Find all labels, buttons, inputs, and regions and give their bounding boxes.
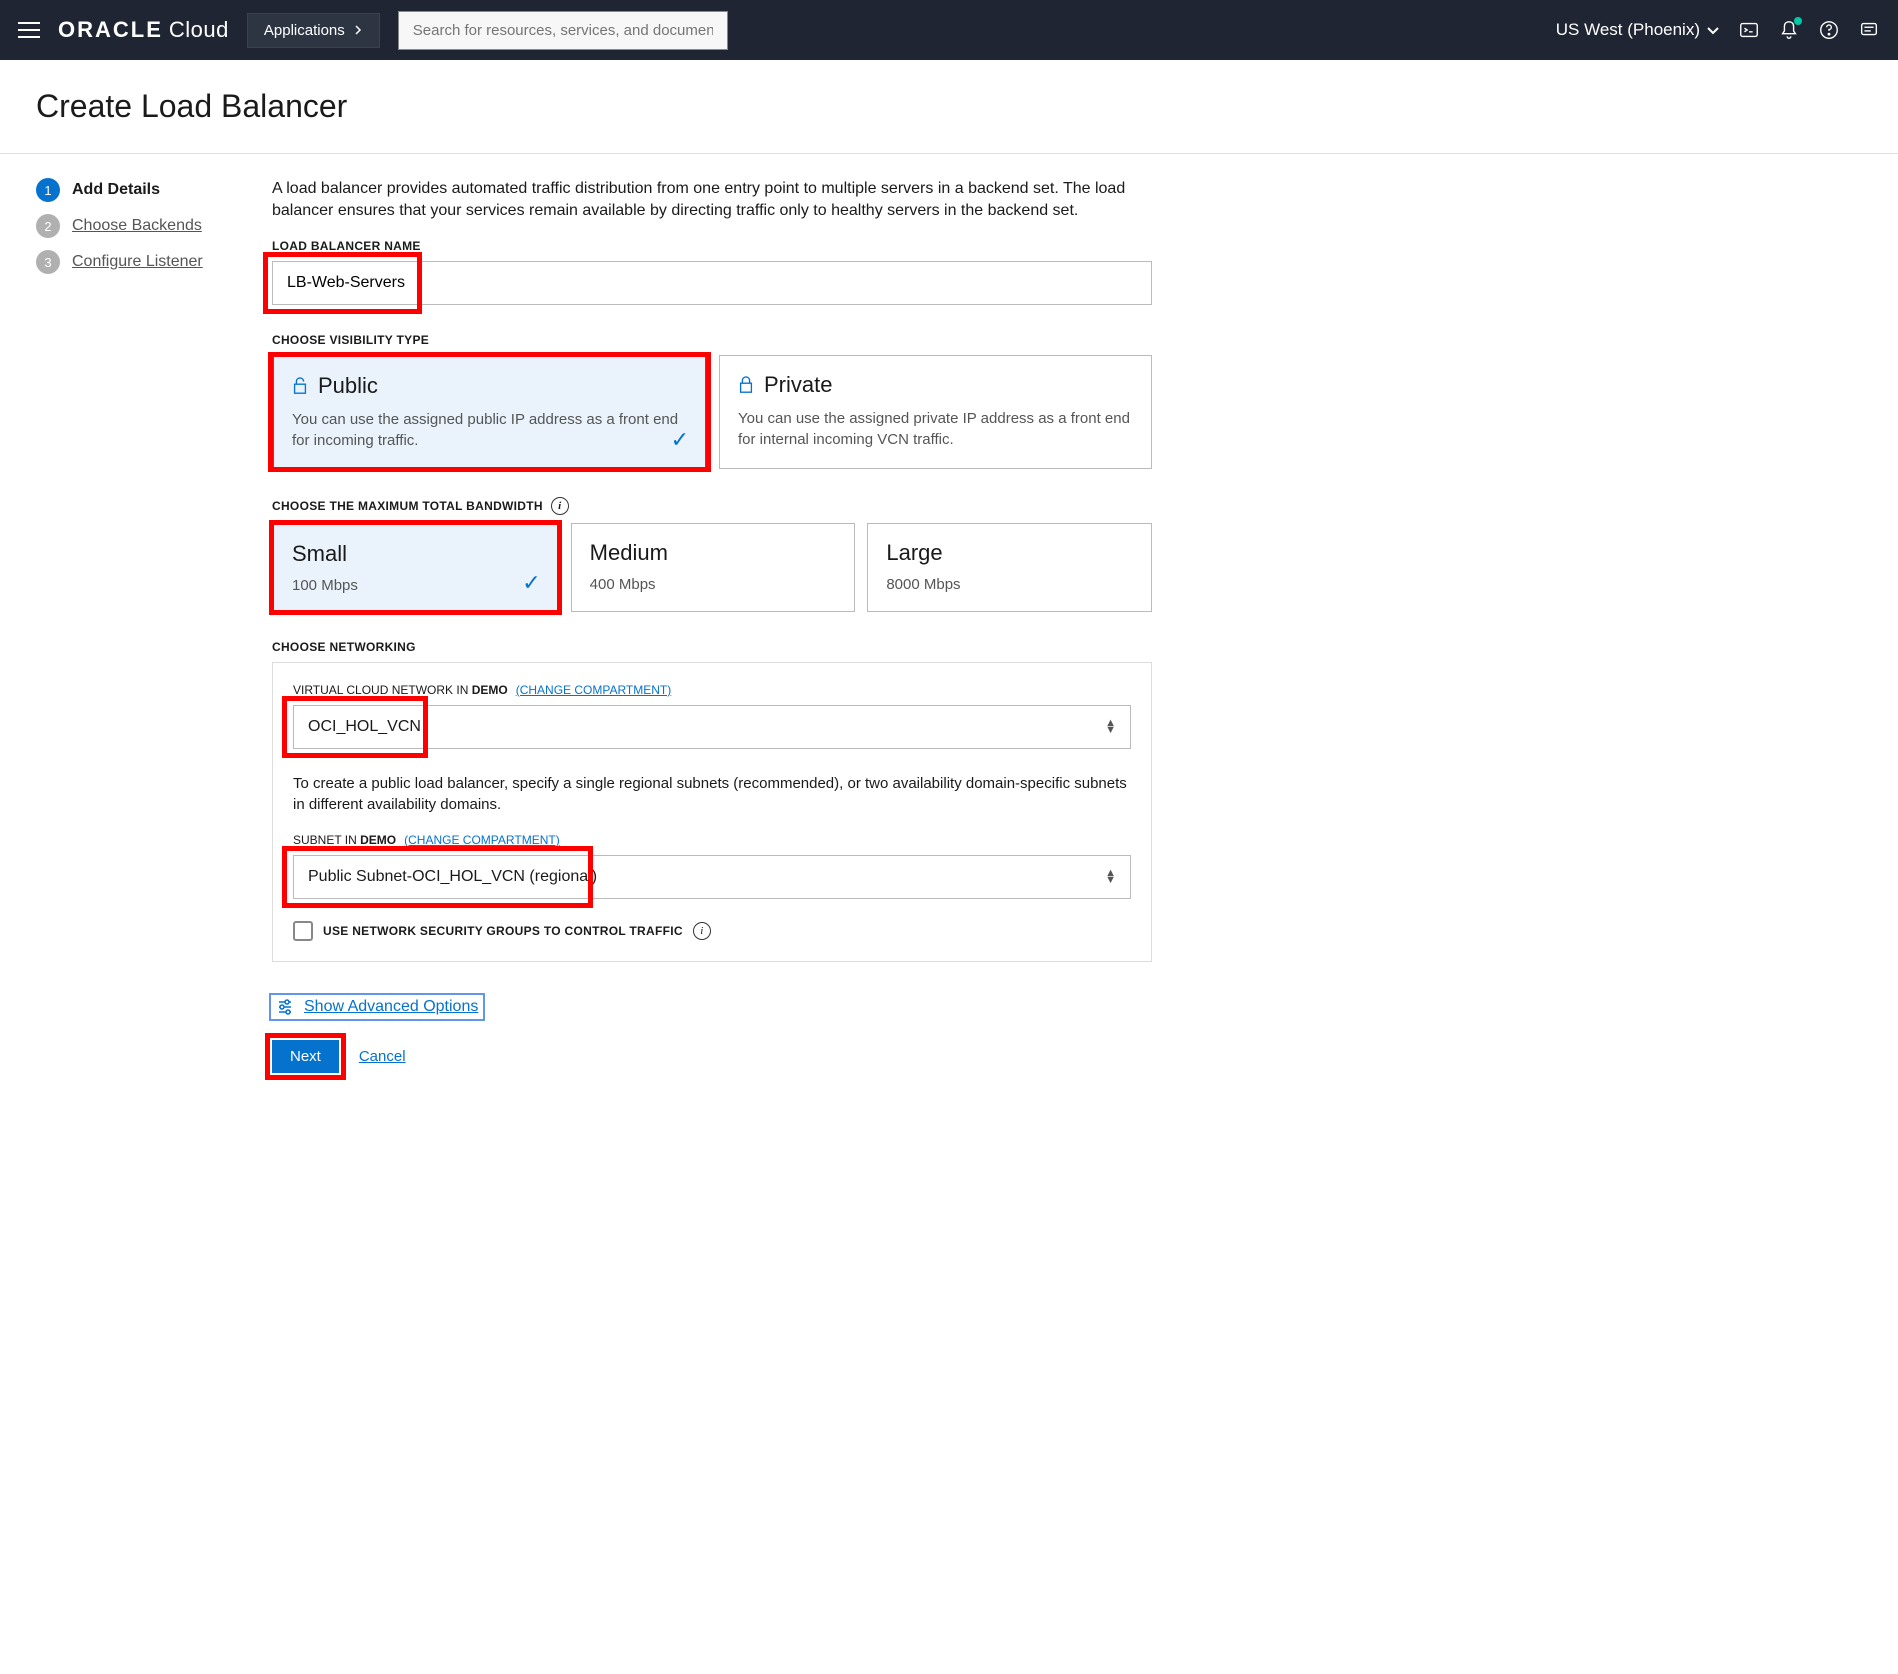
region-selector[interactable]: US West (Phoenix) xyxy=(1556,20,1720,40)
load-balancer-name-section: LOAD BALANCER NAME xyxy=(272,239,1152,305)
search-input[interactable] xyxy=(398,11,728,50)
unlock-icon xyxy=(292,377,308,395)
step-label[interactable]: Configure Listener xyxy=(72,253,203,271)
intro-text: A load balancer provides automated traff… xyxy=(272,178,1152,223)
step-label[interactable]: Choose Backends xyxy=(72,217,202,235)
bw-medium-title: Medium xyxy=(590,540,837,566)
hamburger-menu[interactable] xyxy=(18,22,40,38)
notification-dot xyxy=(1794,17,1802,25)
networking-panel: VIRTUAL CLOUD NETWORK IN DEMO (CHANGE CO… xyxy=(272,662,1152,962)
bw-small-sub: 100 Mbps xyxy=(292,577,539,594)
change-compartment-vcn[interactable]: (CHANGE COMPARTMENT) xyxy=(516,683,672,697)
form-footer: Next Cancel xyxy=(272,1040,1152,1073)
bw-small-title: Small xyxy=(292,541,539,567)
step-number: 3 xyxy=(36,250,60,274)
nsg-row: USE NETWORK SECURITY GROUPS TO CONTROL T… xyxy=(293,921,1131,941)
cancel-link[interactable]: Cancel xyxy=(359,1048,406,1065)
main-content: 1 Add Details 2 Choose Backends 3 Config… xyxy=(0,154,1898,1097)
sliders-icon xyxy=(276,998,294,1016)
select-arrows-icon: ▲▼ xyxy=(1105,870,1116,884)
chevron-right-icon xyxy=(353,25,363,35)
subnet-select[interactable]: Public Subnet-OCI_HOL_VCN (regional) ▲▼ xyxy=(293,855,1131,899)
networking-section: CHOOSE NETWORKING VIRTUAL CLOUD NETWORK … xyxy=(272,640,1152,962)
chat-icon[interactable] xyxy=(1858,19,1880,41)
select-arrows-icon: ▲▼ xyxy=(1105,720,1116,734)
subnet-description: To create a public load balancer, specif… xyxy=(293,773,1131,815)
visibility-section: CHOOSE VISIBILITY TYPE Public You can us… xyxy=(272,333,1152,469)
info-icon[interactable]: i xyxy=(551,497,569,515)
show-advanced-options-link[interactable]: Show Advanced Options xyxy=(304,998,478,1016)
visibility-private-card[interactable]: Private You can use the assigned private… xyxy=(719,355,1152,469)
change-compartment-subnet[interactable]: (CHANGE COMPARTMENT) xyxy=(404,833,560,847)
logo-oracle: ORACLE xyxy=(58,17,163,43)
check-icon: ✓ xyxy=(671,427,689,453)
bandwidth-small-card[interactable]: Small 100 Mbps ✓ xyxy=(272,523,559,612)
next-button[interactable]: Next xyxy=(272,1040,339,1073)
networking-label: CHOOSE NETWORKING xyxy=(272,640,1152,654)
visibility-public-desc: You can use the assigned public IP addre… xyxy=(292,409,687,451)
step-label: Add Details xyxy=(72,181,160,199)
form-area: A load balancer provides automated traff… xyxy=(272,178,1152,1073)
vcn-value: OCI_HOL_VCN xyxy=(308,718,421,736)
bandwidth-label: CHOOSE THE MAXIMUM TOTAL BANDWIDTH i xyxy=(272,497,1152,515)
wizard-steps: 1 Add Details 2 Choose Backends 3 Config… xyxy=(36,178,236,1073)
bandwidth-section: CHOOSE THE MAXIMUM TOTAL BANDWIDTH i Sma… xyxy=(272,497,1152,612)
nsg-checkbox[interactable] xyxy=(293,921,313,941)
notifications-icon[interactable] xyxy=(1778,19,1800,41)
header-icons xyxy=(1738,19,1880,41)
top-header: ORACLE Cloud Applications US West (Phoen… xyxy=(0,0,1898,60)
visibility-label: CHOOSE VISIBILITY TYPE xyxy=(272,333,1152,347)
lb-name-input[interactable] xyxy=(272,261,1152,305)
lb-name-label: LOAD BALANCER NAME xyxy=(272,239,1152,253)
nsg-label: USE NETWORK SECURITY GROUPS TO CONTROL T… xyxy=(323,924,683,938)
step-number: 1 xyxy=(36,178,60,202)
vcn-select[interactable]: OCI_HOL_VCN ▲▼ xyxy=(293,705,1131,749)
subnet-label: SUBNET IN DEMO (CHANGE COMPARTMENT) xyxy=(293,833,1131,847)
bw-large-sub: 8000 Mbps xyxy=(886,576,1133,593)
applications-menu[interactable]: Applications xyxy=(247,13,380,48)
step-add-details: 1 Add Details xyxy=(36,178,236,202)
subnet-value: Public Subnet-OCI_HOL_VCN (regional) xyxy=(308,868,597,886)
chevron-down-icon xyxy=(1706,25,1720,35)
step-configure-listener[interactable]: 3 Configure Listener xyxy=(36,250,236,274)
global-search[interactable] xyxy=(398,11,728,50)
visibility-public-title: Public xyxy=(318,373,378,399)
visibility-private-title: Private xyxy=(764,372,832,398)
applications-label: Applications xyxy=(264,22,345,39)
check-icon: ✓ xyxy=(522,570,540,596)
info-icon[interactable]: i xyxy=(693,922,711,940)
step-choose-backends[interactable]: 2 Choose Backends xyxy=(36,214,236,238)
visibility-private-desc: You can use the assigned private IP addr… xyxy=(738,408,1133,450)
cloud-shell-icon[interactable] xyxy=(1738,19,1760,41)
visibility-public-card[interactable]: Public You can use the assigned public I… xyxy=(272,355,707,469)
help-icon[interactable] xyxy=(1818,19,1840,41)
lock-icon xyxy=(738,376,754,394)
vcn-label: VIRTUAL CLOUD NETWORK IN DEMO (CHANGE CO… xyxy=(293,683,1131,697)
bandwidth-large-card[interactable]: Large 8000 Mbps xyxy=(867,523,1152,612)
region-label: US West (Phoenix) xyxy=(1556,20,1700,40)
bandwidth-medium-card[interactable]: Medium 400 Mbps xyxy=(571,523,856,612)
logo-cloud: Cloud xyxy=(169,17,229,43)
bw-medium-sub: 400 Mbps xyxy=(590,576,837,593)
page-title: Create Load Balancer xyxy=(0,60,1898,154)
oracle-cloud-logo: ORACLE Cloud xyxy=(58,17,229,43)
step-number: 2 xyxy=(36,214,60,238)
advanced-options-row: Show Advanced Options xyxy=(272,996,1152,1018)
bw-large-title: Large xyxy=(886,540,1133,566)
